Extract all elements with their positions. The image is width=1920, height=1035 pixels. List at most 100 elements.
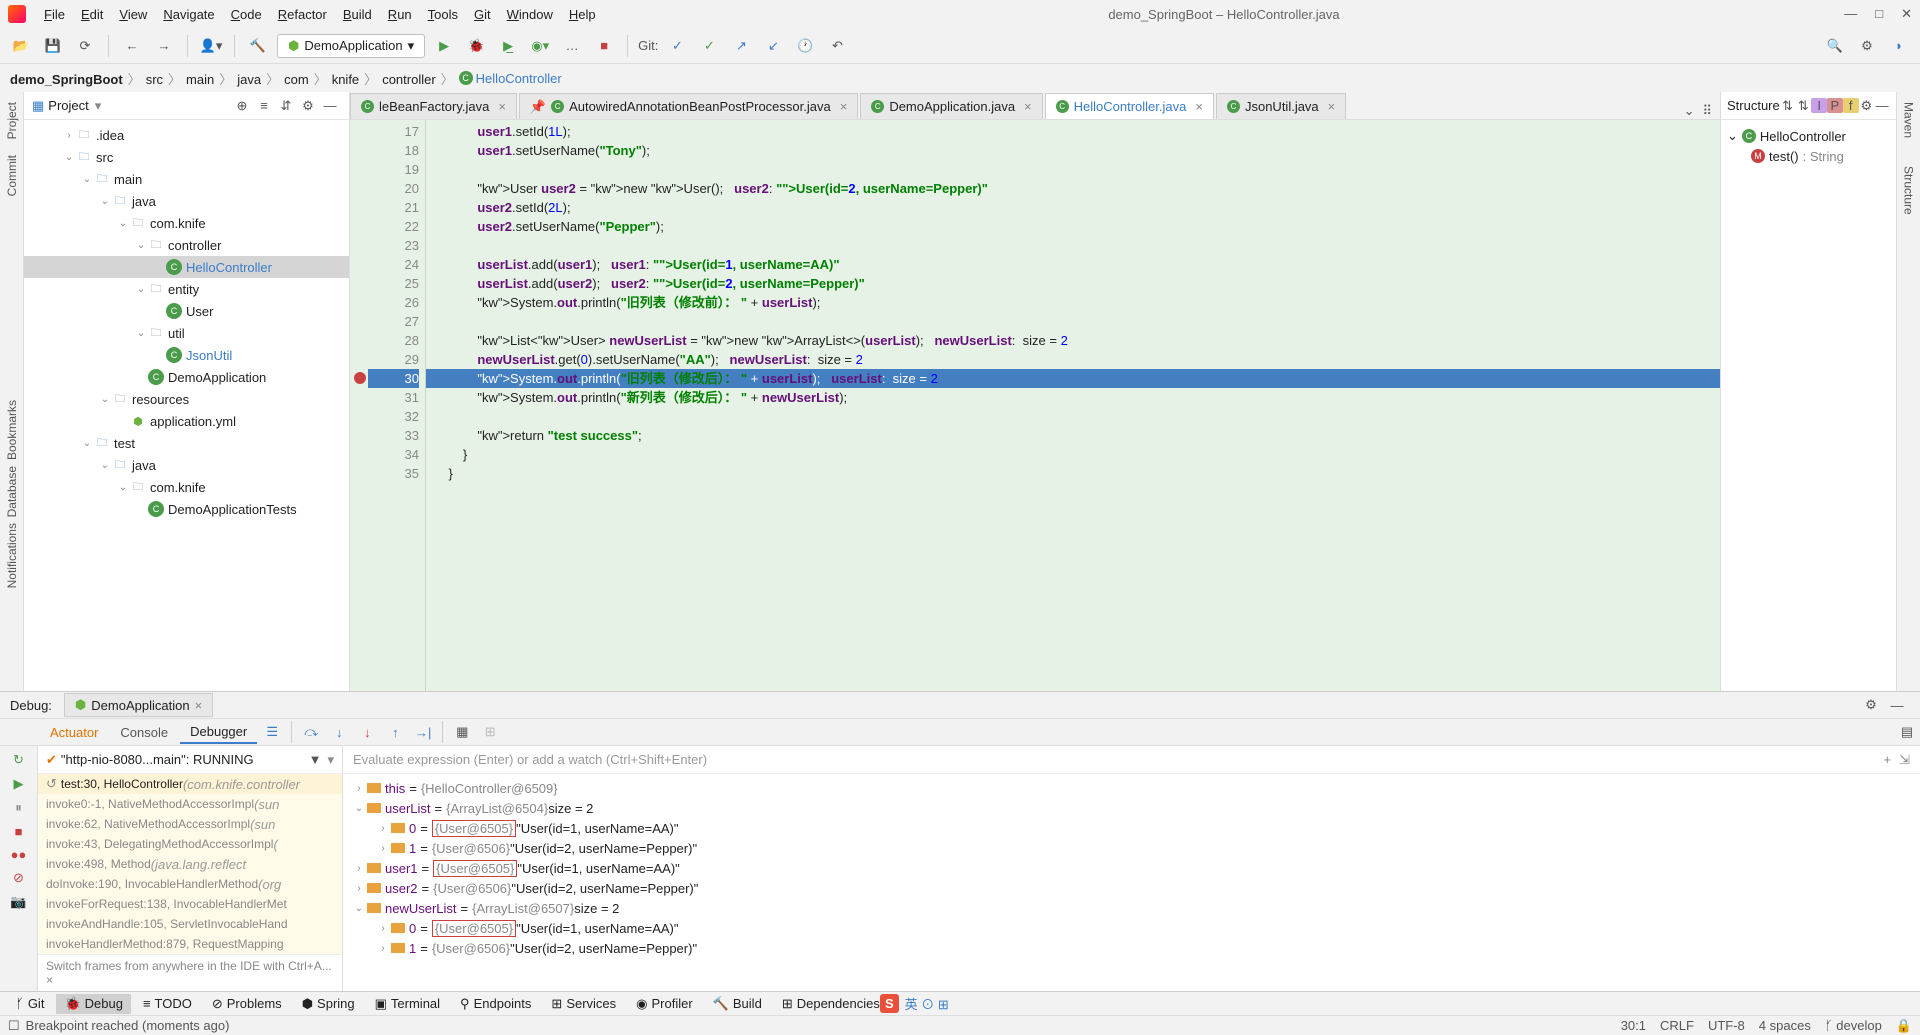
run-to-cursor-icon[interactable]: →| — [410, 722, 436, 743]
tree-node[interactable]: ⌄🗀java — [24, 190, 349, 212]
debug-hide-icon[interactable]: — — [1884, 692, 1910, 718]
run-config-dropdown[interactable]: ⬢ DemoApplication ▾ — [277, 34, 425, 58]
bookmarks-tab[interactable]: Bookmarks — [5, 400, 19, 460]
tool-terminal[interactable]: ▣Terminal — [367, 994, 448, 1014]
back-icon[interactable]: ← — [119, 33, 145, 59]
close-tab-icon[interactable]: × — [498, 99, 506, 114]
git-update-icon[interactable]: ✓ — [664, 33, 690, 59]
tool-git[interactable]: ᚶGit — [8, 994, 52, 1013]
menu-help[interactable]: Help — [561, 4, 604, 25]
tree-node[interactable]: ›🗀.idea — [24, 124, 349, 146]
hide-panel-icon[interactable]: — — [319, 98, 341, 113]
tool-debug[interactable]: 🐞Debug — [56, 994, 131, 1014]
structure-item[interactable]: Mtest(): String — [1727, 146, 1890, 166]
close-button[interactable]: ✕ — [1901, 6, 1912, 22]
show-fields-icon[interactable]: f — [1843, 98, 1859, 113]
menu-refactor[interactable]: Refactor — [270, 4, 335, 25]
stop-debug-icon[interactable]: ■ — [15, 824, 23, 839]
breadcrumb-class[interactable]: HelloController — [476, 71, 562, 86]
line-separator[interactable]: CRLF — [1660, 1018, 1694, 1033]
breadcrumb-seg[interactable]: main — [186, 72, 214, 87]
stack-frame[interactable]: invokeAndHandle:105, ServletInvocableHan… — [38, 914, 342, 934]
stack-frame[interactable]: doInvoke:190, InvocableHandlerMethod (or… — [38, 874, 342, 894]
menu-git[interactable]: Git — [466, 4, 499, 25]
menu-run[interactable]: Run — [380, 4, 420, 25]
breadcrumb-seg[interactable]: knife — [332, 72, 359, 87]
code-area[interactable]: user1.setId(1L); user1.setUserName("Tony… — [426, 120, 1720, 691]
close-tab-icon[interactable]: × — [1195, 99, 1203, 114]
variable-node[interactable]: ›1 = {User@6506} "User(id=2, userName=Pe… — [343, 938, 1920, 958]
step-out-icon[interactable]: ↑ — [382, 722, 408, 743]
minimize-button[interactable]: — — [1844, 6, 1857, 22]
close-tab-icon[interactable]: × — [1024, 99, 1032, 114]
show-inherited-icon[interactable]: I — [1811, 98, 1827, 113]
actuator-tab[interactable]: Actuator — [40, 722, 108, 743]
line-gutter[interactable]: 17181920212223242526272829303132333435 — [368, 120, 426, 691]
stack-frame[interactable]: invoke:498, Method (java.lang.reflect — [38, 854, 342, 874]
variable-node[interactable]: ›0 = {User@6505} "User(id=1, userName=AA… — [343, 918, 1920, 938]
tree-node[interactable]: ⌄🗀resources — [24, 388, 349, 410]
debug-settings-icon[interactable]: ⚙ — [1858, 692, 1884, 718]
threads-icon[interactable]: ☰ — [259, 721, 285, 743]
show-props-icon[interactable]: P — [1827, 98, 1843, 113]
filter-icon[interactable]: ▼ — [309, 752, 322, 767]
commit-tool-tab[interactable]: Commit — [5, 151, 19, 200]
hammer-icon[interactable]: 🔨 — [245, 33, 271, 59]
tool-problems[interactable]: ⊘Problems — [204, 994, 290, 1014]
tool-services[interactable]: ⊞Services — [543, 994, 624, 1014]
git-push-icon[interactable]: ↗ — [728, 33, 754, 59]
tree-node[interactable]: ⌄🗀controller — [24, 234, 349, 256]
editor-tab[interactable]: CJsonUtil.java× — [1216, 93, 1346, 119]
struct-hide-icon[interactable]: — — [1874, 98, 1890, 113]
settings-icon[interactable]: ⚙ — [1854, 33, 1880, 59]
editor-tab[interactable]: CHelloController.java× — [1045, 93, 1214, 119]
git-pull-icon[interactable]: ↙ — [760, 33, 786, 59]
close-tab-icon[interactable]: × — [1328, 99, 1336, 114]
project-tree[interactable]: ›🗀.idea⌄🗀src⌄🗀main⌄🗀java⌄🗀com.knife⌄🗀con… — [24, 120, 349, 691]
stack-frame[interactable]: invoke0:-1, NativeMethodAccessorImpl (su… — [38, 794, 342, 814]
maven-tool-tab[interactable]: Maven — [1902, 98, 1916, 142]
tree-node[interactable]: ⌄🗀com.knife — [24, 476, 349, 498]
search-icon[interactable]: 🔍 — [1822, 33, 1848, 59]
variable-node[interactable]: ›user1 = {User@6505} "User(id=1, userNam… — [343, 858, 1920, 878]
stack-frame[interactable]: ↺test:30, HelloController (com.knife.con… — [38, 774, 342, 794]
evaluate-icon[interactable]: ▦ — [449, 721, 475, 743]
step-into-icon[interactable]: ↓ — [326, 722, 352, 743]
forward-icon[interactable]: → — [151, 33, 177, 59]
trace-icon[interactable]: ⊞ — [477, 721, 503, 743]
expand-icon[interactable]: ≡ — [253, 98, 275, 113]
tool-todo[interactable]: ≡TODO — [135, 994, 200, 1013]
tabs-list-icon[interactable]: ⠿ — [1702, 103, 1712, 119]
tree-node[interactable]: ⌄🗀util — [24, 322, 349, 344]
maximize-button[interactable]: □ — [1875, 6, 1883, 22]
database-tab[interactable]: Database — [5, 466, 19, 517]
add-config-icon[interactable]: 👤▾ — [198, 33, 224, 59]
menu-file[interactable]: File — [36, 4, 73, 25]
tool-endpoints[interactable]: ⚲Endpoints — [452, 994, 539, 1014]
sort-vis-icon[interactable]: ⇅ — [1796, 98, 1812, 114]
breadcrumb-seg[interactable]: src — [146, 72, 163, 87]
breadcrumb-seg[interactable]: controller — [382, 72, 435, 87]
attach-icon[interactable]: … — [559, 33, 585, 59]
debug-session-tab[interactable]: ⬢ DemoApplication × — [64, 693, 213, 717]
view-breakpoints-icon[interactable]: ●● — [11, 847, 27, 862]
thread-selector[interactable]: "http-nio-8080...main": RUNNING — [61, 752, 254, 767]
vars-expand-icon[interactable]: ⇲ — [1899, 752, 1910, 768]
force-step-icon[interactable]: ↓ — [354, 722, 380, 743]
debug-icon[interactable]: 🐞 — [463, 33, 489, 59]
mute-breakpoints-icon[interactable]: ⊘ — [13, 870, 24, 886]
ide-icon[interactable]: ◗ — [1886, 33, 1912, 59]
tree-node[interactable]: ⌄🗀com.knife — [24, 212, 349, 234]
menu-edit[interactable]: Edit — [73, 4, 111, 25]
project-tool-tab[interactable]: Project — [5, 98, 19, 143]
tool-profiler[interactable]: ◉Profiler — [628, 994, 701, 1014]
encoding[interactable]: UTF-8 — [1708, 1018, 1745, 1033]
debugger-tab[interactable]: Debugger — [180, 721, 257, 744]
tree-node[interactable]: CDemoApplication — [24, 366, 349, 388]
project-view-dropdown[interactable]: ▾ — [95, 98, 102, 114]
variable-node[interactable]: ›this = {HelloController@6509} — [343, 778, 1920, 798]
notifications-tab[interactable]: Notifications — [5, 523, 19, 588]
stack-frame[interactable]: invokeHandlerMethod:879, RequestMapping — [38, 934, 342, 954]
tool-build[interactable]: 🔨Build — [705, 994, 770, 1014]
coverage-icon[interactable]: ▶̲ — [495, 33, 521, 59]
